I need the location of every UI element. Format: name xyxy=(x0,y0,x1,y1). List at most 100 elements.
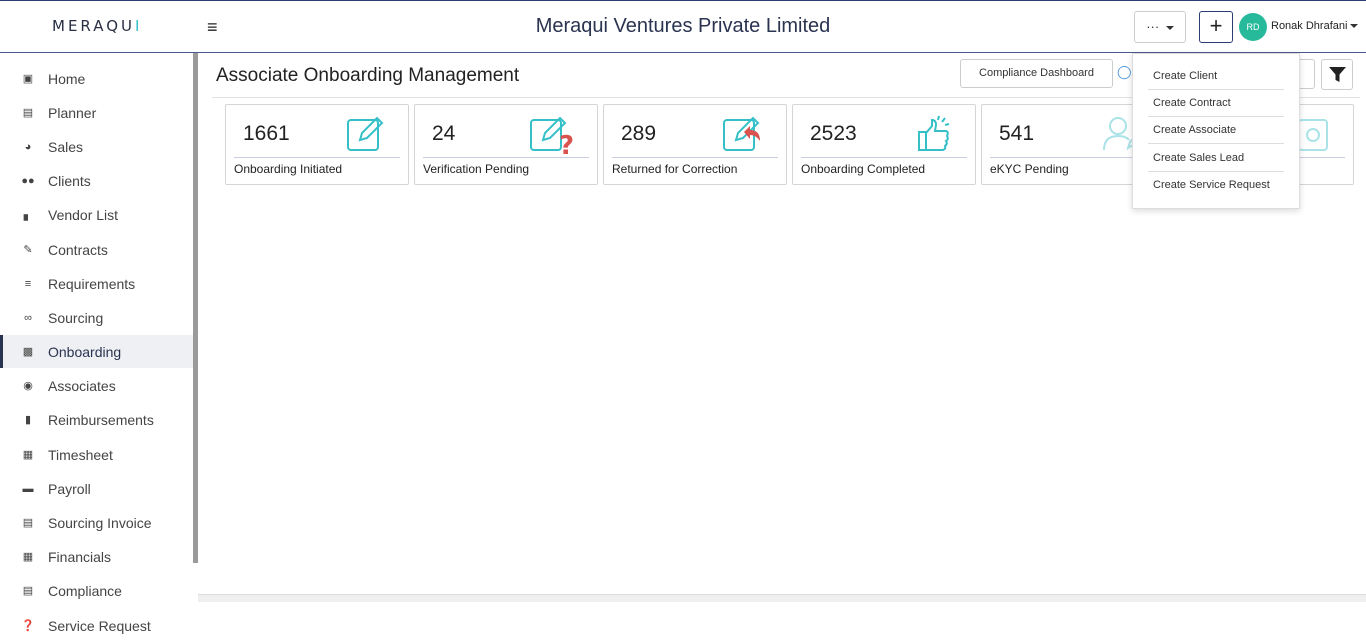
sidebar-item-label: Home xyxy=(48,70,86,87)
sidebar-item-sourcing-invoice[interactable]: ▤ Sourcing Invoice xyxy=(0,506,193,539)
sidebar-item-label: Sourcing Invoice xyxy=(48,514,152,531)
sidebar-item-label: Service Request xyxy=(48,617,151,634)
pie-chart-icon: ◕ xyxy=(24,140,32,153)
user-menu[interactable]: Ronak Dhrafani xyxy=(1271,20,1359,32)
page-title: Associate Onboarding Management xyxy=(216,65,520,86)
thumbs-up-icon xyxy=(918,115,950,151)
sidebar-item-compliance[interactable]: ▤ Compliance xyxy=(0,574,193,607)
invoice-icon: ▤ xyxy=(22,517,34,529)
credit-card-icon: ▬ xyxy=(22,482,34,495)
sidebar-item-home[interactable]: ▣ Home xyxy=(0,62,193,95)
menu-toggle-icon[interactable]: ≡ xyxy=(207,17,218,38)
card-label: Onboarding Initiated xyxy=(234,162,343,176)
edit-question-icon: ? xyxy=(530,116,574,156)
filter-button[interactable] xyxy=(1321,59,1353,90)
sidebar-item-label: Onboarding xyxy=(48,343,122,360)
sidebar-item-label: Sourcing xyxy=(48,309,104,326)
user-name: Ronak Dhrafani xyxy=(1271,20,1348,32)
horizontal-scrollbar[interactable] xyxy=(198,594,1366,602)
sidebar-item-associates[interactable]: ◉ Associates xyxy=(0,369,193,402)
card-value: 289 xyxy=(621,122,657,145)
sidebar-item-label: Compliance xyxy=(48,582,122,599)
briefcase-money-icon: ▮ xyxy=(24,414,32,426)
svg-text:?: ? xyxy=(559,131,574,156)
create-menu-dropdown: Create Client Create Contract Create Ass… xyxy=(1132,53,1300,209)
card-value: 1661 xyxy=(243,122,290,145)
sidebar-item-label: Requirements xyxy=(48,275,136,292)
stat-card-onboarding-initiated[interactable]: 1661 Onboarding Initiated xyxy=(225,104,409,185)
lightbulb-icon[interactable]: ◯ xyxy=(1117,64,1132,80)
top-bar: MERAQUI ≡ Meraqui Ventures Private Limit… xyxy=(0,0,1366,53)
edit-icon xyxy=(347,116,384,151)
edit-return-icon xyxy=(723,116,760,151)
sidebar-item-clients[interactable]: ●● Clients xyxy=(0,164,193,197)
sidebar-item-label: Associates xyxy=(48,377,116,394)
sidebar-item-label: Timesheet xyxy=(48,446,113,463)
menu-item-create-contract[interactable]: Create Contract xyxy=(1148,90,1284,117)
sidebar-item-label: Reimbursements xyxy=(48,411,154,428)
menu-item-create-sales-lead[interactable]: Create Sales Lead xyxy=(1148,145,1284,172)
users-icon: ●● xyxy=(21,174,35,187)
sidebar-item-onboarding[interactable]: ▩ Onboarding xyxy=(0,335,193,368)
compliance-dashboard-button[interactable]: Compliance Dashboard xyxy=(960,59,1113,88)
headset-icon: ◉ xyxy=(23,380,33,392)
avatar[interactable]: RD xyxy=(1239,13,1267,41)
create-new-button[interactable]: + xyxy=(1199,11,1233,43)
sidebar-item-label: Vendor List xyxy=(48,206,119,223)
card-divider xyxy=(612,157,778,158)
sidebar-item-label: Financials xyxy=(48,548,112,565)
sidebar-item-payroll[interactable]: ▬ Payroll xyxy=(0,472,193,505)
sidebar-item-reimbursements[interactable]: ▮ Reimbursements xyxy=(0,403,193,436)
card-divider xyxy=(801,157,967,158)
card-divider xyxy=(234,157,400,158)
menu-item-create-service-request[interactable]: Create Service Request xyxy=(1148,172,1284,199)
sidebar-item-label: Planner xyxy=(48,104,97,121)
question-circle-icon: ❓ xyxy=(21,620,35,632)
sidebar-item-label: Payroll xyxy=(48,480,91,497)
chevron-down-icon xyxy=(1165,25,1174,30)
stat-card-verification-pending[interactable]: 24 ? Verification Pending xyxy=(414,104,598,185)
more-options-label: ··· xyxy=(1146,19,1160,34)
menu-item-create-client[interactable]: Create Client xyxy=(1148,63,1284,90)
sidebar-item-service-request[interactable]: ❓ Service Request xyxy=(0,609,193,642)
clipboard-check-icon xyxy=(1298,119,1328,151)
industry-icon: ▖ xyxy=(23,209,33,221)
card-divider xyxy=(423,157,589,158)
sidebar-item-planner[interactable]: ▤ Planner xyxy=(0,96,193,129)
sidebar-scrollbar[interactable] xyxy=(193,53,198,563)
onboarding-icon: ▩ xyxy=(22,346,34,358)
sidebar-item-contracts[interactable]: ✎ Contracts xyxy=(0,233,193,266)
sidebar-item-sourcing[interactable]: ∞ Sourcing xyxy=(0,301,193,334)
card-value: 24 xyxy=(432,122,456,145)
fingerprint-icon: ∞ xyxy=(24,311,32,324)
sidebar-item-label: Contracts xyxy=(48,241,108,258)
filter-icon xyxy=(1329,67,1346,82)
card-label: Onboarding Completed xyxy=(801,162,926,176)
calculator-icon: ▦ xyxy=(22,551,34,563)
chevron-down-icon xyxy=(1350,24,1359,29)
clipboard-check-icon: ▤ xyxy=(22,585,34,597)
card-label: Returned for Correction xyxy=(612,162,738,176)
menu-item-create-associate[interactable]: Create Associate xyxy=(1148,117,1284,144)
sidebar: ▣ Home ▤ Planner ◕ Sales ●● Clients ▖ Vendor … xyxy=(0,53,198,634)
sidebar-item-timesheet[interactable]: ▦ Timesheet xyxy=(0,438,193,471)
home-icon: ▣ xyxy=(22,73,34,85)
card-label: Verification Pending xyxy=(423,162,530,176)
card-value: 2523 xyxy=(810,122,857,145)
sidebar-item-label: Sales xyxy=(48,138,84,155)
file-signature-icon: ✎ xyxy=(23,244,33,256)
more-options-button[interactable]: ··· xyxy=(1134,11,1186,43)
sidebar-item-vendor-list[interactable]: ▖ Vendor List xyxy=(0,198,193,231)
sidebar-item-sales[interactable]: ◕ Sales xyxy=(0,130,193,163)
stat-card-returned-for-correction[interactable]: 289 Returned for Correction xyxy=(603,104,787,185)
stat-card-onboarding-completed[interactable]: 2523 Onboarding Completed xyxy=(792,104,976,185)
card-value: 541 xyxy=(999,122,1035,145)
sidebar-item-financials[interactable]: ▦ Financials xyxy=(0,540,193,573)
sidebar-item-label: Clients xyxy=(48,172,91,189)
list-check-icon: ≡ xyxy=(24,277,32,290)
brand-logo[interactable]: MERAQUI xyxy=(52,17,142,35)
card-label: eKYC Pending xyxy=(990,162,1069,176)
sidebar-item-requirements[interactable]: ≡ Requirements xyxy=(0,267,193,300)
clipboard-icon: ▤ xyxy=(22,107,34,119)
calendar-icon: ▦ xyxy=(22,449,34,461)
